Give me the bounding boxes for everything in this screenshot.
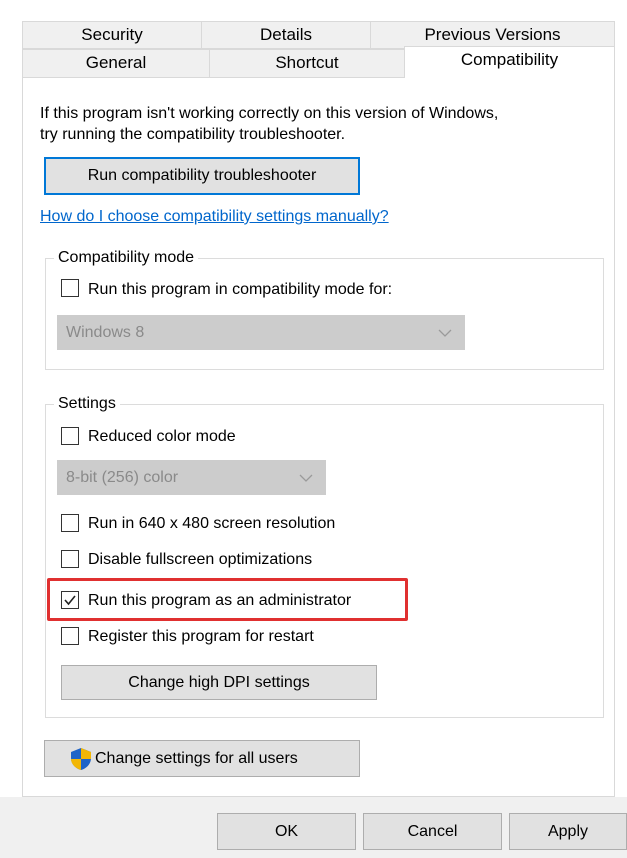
ok-label: OK: [274, 822, 299, 840]
tab-label: Security: [81, 25, 143, 44]
tab-previous-versions[interactable]: Previous Versions: [370, 21, 615, 49]
settings-legend: Settings: [54, 394, 120, 414]
tab-label: Compatibility: [460, 50, 559, 69]
cancel-label: Cancel: [407, 822, 458, 840]
resolution-640-checkbox[interactable]: [61, 514, 79, 532]
tab-label: General: [85, 53, 147, 72]
chevron-down-icon: [299, 469, 313, 487]
register-restart-checkbox[interactable]: [61, 627, 79, 645]
cancel-button[interactable]: Cancel: [363, 813, 502, 850]
change-settings-all-users-label: Change settings for all users: [95, 749, 298, 767]
compatibility-mode-legend: Compatibility mode: [54, 248, 199, 268]
intro-text-line1: If this program isn't working correctly …: [40, 105, 499, 122]
ok-button[interactable]: OK: [217, 813, 356, 850]
reduced-color-label[interactable]: Reduced color mode: [88, 426, 236, 447]
compatibility-mode-group: [45, 258, 604, 370]
manual-settings-link[interactable]: How do I choose compatibility settings m…: [40, 206, 389, 227]
checkmark-icon: [64, 595, 76, 606]
tab-details[interactable]: Details: [201, 21, 371, 49]
tab-general[interactable]: General: [22, 49, 210, 78]
run-as-admin-checkbox[interactable]: [61, 591, 79, 609]
chevron-down-icon: [438, 324, 452, 342]
compat-mode-checkbox[interactable]: [61, 279, 79, 297]
resolution-640-label[interactable]: Run in 640 x 480 screen resolution: [88, 513, 335, 534]
change-dpi-button[interactable]: Change high DPI settings: [61, 665, 377, 700]
disable-fullscreen-checkbox[interactable]: [61, 550, 79, 568]
uac-shield-icon: [69, 747, 93, 771]
disable-fullscreen-label[interactable]: Disable fullscreen optimizations: [88, 549, 312, 570]
tab-compatibility[interactable]: Compatibility: [404, 46, 615, 78]
compat-mode-select: Windows 8: [57, 315, 465, 350]
compat-mode-label[interactable]: Run this program in compatibility mode f…: [88, 279, 392, 300]
change-settings-all-users-button[interactable]: Change settings for all users: [44, 740, 360, 777]
run-troubleshooter-button[interactable]: Run compatibility troubleshooter: [44, 157, 360, 195]
run-as-admin-label[interactable]: Run this program as an administrator: [88, 590, 351, 611]
intro-text-line2: try running the compatibility troublesho…: [40, 126, 346, 143]
compat-mode-select-value: Windows 8: [66, 323, 145, 341]
tab-label: Details: [260, 25, 312, 44]
change-dpi-label: Change high DPI settings: [128, 673, 310, 691]
color-depth-select: 8-bit (256) color: [57, 460, 326, 495]
apply-label: Apply: [547, 822, 589, 840]
tab-shortcut[interactable]: Shortcut: [209, 49, 405, 78]
reduced-color-checkbox[interactable]: [61, 427, 79, 445]
register-restart-label[interactable]: Register this program for restart: [88, 626, 314, 647]
tab-label: Previous Versions: [424, 25, 561, 44]
color-depth-select-value: 8-bit (256) color: [66, 468, 179, 486]
apply-button[interactable]: Apply: [509, 813, 627, 850]
run-troubleshooter-label: Run compatibility troubleshooter: [87, 167, 317, 184]
tab-label: Shortcut: [275, 53, 339, 72]
tab-security[interactable]: Security: [22, 21, 202, 49]
